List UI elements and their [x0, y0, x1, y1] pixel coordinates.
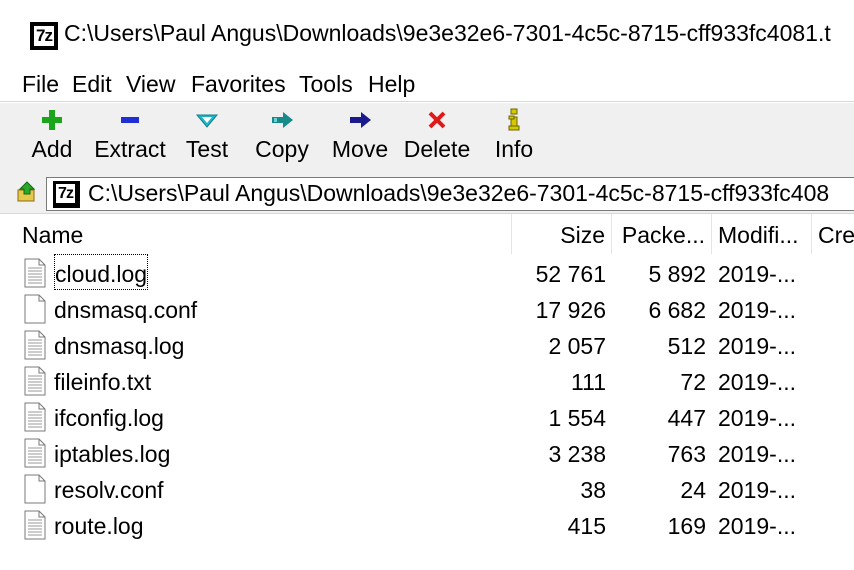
address-path: C:\Users\Paul Angus\Downloads\9e3e32e6-7… [88, 180, 830, 206]
menu-edit[interactable]: Edit [72, 70, 112, 100]
title-bar: 7z C:\Users\Paul Angus\Downloads\9e3e32e… [0, 0, 854, 70]
delete-button[interactable]: Delete [400, 103, 474, 173]
x-icon [400, 107, 474, 133]
copy-label: Copy [255, 136, 309, 162]
column-header-packed[interactable]: Packe... [612, 214, 712, 254]
window-title: C:\Users\Paul Angus\Downloads\9e3e32e6-7… [64, 20, 831, 46]
7z-app-icon[interactable]: 7z [30, 22, 58, 50]
info-icon [488, 107, 540, 133]
file-size: 111 [571, 369, 606, 395]
file-name: cloud.log [54, 254, 149, 290]
file-size: 1 554 [548, 405, 606, 431]
file-modified: 2019-... [718, 441, 796, 467]
test-button[interactable]: Test [180, 103, 234, 173]
minus-icon [90, 107, 170, 133]
copy-button[interactable]: Copy [250, 103, 314, 173]
menu-tools[interactable]: Tools [299, 70, 353, 100]
move-label: Move [331, 136, 389, 162]
file-packed-size: 763 [667, 441, 706, 467]
text-file-icon [24, 402, 46, 432]
file-modified: 2019-... [718, 261, 796, 287]
menu-file[interactable]: File [22, 70, 59, 100]
file-modified: 2019-... [718, 333, 796, 359]
menu-view[interactable]: View [126, 70, 175, 100]
copy-arrow-icon [250, 107, 314, 133]
file-name: dnsmasq.conf [54, 297, 198, 323]
test-label: Test [185, 136, 229, 162]
menu-favorites[interactable]: Favorites [191, 70, 286, 100]
file-rows: cloud.log 52 761 5 892 2019-... dnsmasq.… [0, 254, 854, 542]
file-name: resolv.conf [54, 477, 164, 503]
menu-bar: File Edit View Favorites Tools Help [0, 70, 854, 102]
file-packed-size: 24 [680, 477, 706, 503]
file-size: 3 238 [548, 441, 606, 467]
table-row[interactable]: iptables.log 3 238 763 2019-... [0, 434, 854, 470]
blank-file-icon [24, 294, 46, 324]
file-size: 38 [580, 477, 606, 503]
text-file-icon [24, 510, 46, 540]
file-modified: 2019-... [718, 297, 796, 323]
move-arrow-icon [328, 107, 392, 133]
file-packed-size: 6 682 [648, 297, 706, 323]
file-modified: 2019-... [718, 405, 796, 431]
file-size: 415 [567, 513, 606, 539]
file-size: 52 761 [535, 261, 606, 287]
archive-icon-text: 7z [56, 184, 75, 203]
file-name: route.log [54, 513, 144, 539]
file-packed-size: 72 [680, 369, 706, 395]
column-header-created[interactable]: Cre [812, 214, 854, 254]
table-row[interactable]: dnsmasq.conf 17 926 6 682 2019-... [0, 290, 854, 326]
table-row[interactable]: fileinfo.txt 111 72 2019-... [0, 362, 854, 398]
extract-button[interactable]: Extract [90, 103, 170, 173]
file-packed-size: 512 [667, 333, 706, 359]
file-name: iptables.log [54, 441, 171, 467]
column-header-size[interactable]: Size [512, 214, 612, 254]
delete-label: Delete [403, 136, 471, 162]
file-name: ifconfig.log [54, 405, 164, 431]
address-bar: 7z C:\Users\Paul Angus\Downloads\9e3e32e… [0, 173, 854, 213]
table-row[interactable]: resolv.conf 38 24 2019-... [0, 470, 854, 506]
blank-file-icon [24, 474, 46, 504]
checkmark-icon [180, 107, 234, 133]
file-packed-size: 447 [667, 405, 706, 431]
table-row[interactable]: dnsmasq.log 2 057 512 2019-... [0, 326, 854, 362]
text-file-icon [24, 330, 46, 360]
file-size: 17 926 [535, 297, 606, 323]
file-packed-size: 5 892 [648, 261, 706, 287]
plus-icon [24, 107, 80, 133]
7z-archive-icon: 7z [53, 181, 80, 208]
column-header-name[interactable]: Name [0, 214, 512, 254]
extract-label: Extract [94, 136, 166, 162]
folder-up-icon[interactable] [16, 181, 38, 203]
table-row[interactable]: cloud.log 52 761 5 892 2019-... [0, 254, 854, 290]
table-row[interactable]: route.log 415 169 2019-... [0, 506, 854, 542]
column-header-modified[interactable]: Modifi... [712, 214, 812, 254]
text-file-icon [24, 438, 46, 468]
file-list[interactable]: Name Size Packe... Modifi... Cre cloud.l… [0, 213, 854, 570]
file-modified: 2019-... [718, 369, 796, 395]
info-button[interactable]: Info [488, 103, 540, 173]
address-input[interactable]: 7z C:\Users\Paul Angus\Downloads\9e3e32e… [46, 177, 854, 211]
file-size: 2 057 [548, 333, 606, 359]
add-label: Add [31, 136, 73, 162]
toolbar: Add Extract Test Copy Move Delete Info [0, 103, 854, 173]
file-modified: 2019-... [718, 477, 796, 503]
add-button[interactable]: Add [24, 103, 80, 173]
app-icon-text: 7z [34, 26, 54, 46]
text-file-icon [24, 258, 46, 288]
file-name: dnsmasq.log [54, 333, 185, 359]
file-modified: 2019-... [718, 513, 796, 539]
menu-help[interactable]: Help [368, 70, 415, 100]
file-name: fileinfo.txt [54, 369, 152, 395]
file-packed-size: 169 [667, 513, 706, 539]
list-header: Name Size Packe... Modifi... Cre [0, 214, 854, 254]
table-row[interactable]: ifconfig.log 1 554 447 2019-... [0, 398, 854, 434]
info-label: Info [494, 136, 534, 162]
move-button[interactable]: Move [328, 103, 392, 173]
text-file-icon [24, 366, 46, 396]
